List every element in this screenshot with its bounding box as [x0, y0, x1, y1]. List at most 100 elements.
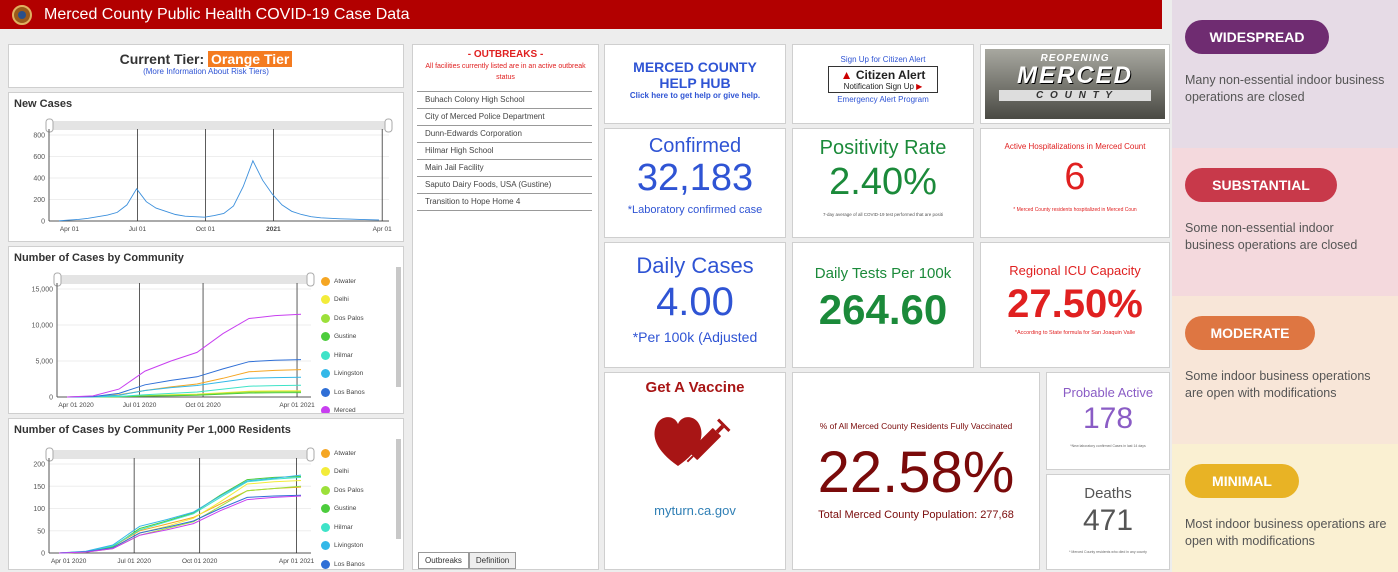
legend-item[interactable]: Gustine: [321, 328, 365, 347]
y-tick-label: 0: [41, 551, 45, 558]
confirmed-panel: Confirmed 32,183 *Laboratory confirmed c…: [604, 128, 786, 238]
positivity-value: 2.40%: [829, 161, 937, 203]
y-tick-label: 200: [33, 462, 45, 469]
slider-handle-right: [306, 272, 315, 287]
legend-item[interactable]: Atwater: [321, 272, 365, 291]
legend-label: Livingston: [334, 370, 364, 378]
tab-outbreaks[interactable]: Outbreaks: [418, 552, 469, 569]
legend-item[interactable]: Dos Palos: [321, 481, 365, 500]
legend-swatch: [321, 313, 330, 323]
y-tick-label: 5,000: [35, 359, 53, 366]
hosp-title: Active Hospitalizations in Merced Count: [1004, 142, 1146, 151]
positivity-note: 7-day average of all COVID-19 test perfo…: [822, 212, 944, 217]
positivity-panel: Positivity Rate 2.40% 7-day average of a…: [792, 128, 974, 238]
county-seal-icon: [12, 4, 32, 25]
outbreak-item: Dunn-Edwards Corporation: [417, 126, 592, 143]
x-tick-label: Oct 01 2020: [185, 402, 221, 409]
y-tick-label: 15,000: [32, 287, 54, 294]
legend-swatch: [321, 276, 330, 286]
y-tick-label: 0: [41, 219, 45, 226]
tier-desc: Many non-essential indoor business opera…: [1185, 73, 1385, 104]
x-tick-label: Apr 01: [373, 226, 393, 233]
vaccine-title: Get A Vaccine: [645, 379, 745, 396]
legend-item[interactable]: Livingston: [321, 537, 365, 556]
legend-item[interactable]: Los Banos: [321, 555, 365, 569]
tier-minimal: MINIMAL Most indoor business operations …: [1172, 444, 1398, 572]
outbreak-item: Buhach Colony High School: [417, 92, 592, 109]
outbreak-item: Hilmar High School: [417, 143, 592, 160]
legend-item[interactable]: Los Banos: [321, 383, 365, 402]
confirmed-value: 32,183: [636, 157, 754, 199]
probable-title: Probable Active: [1062, 385, 1154, 400]
series-line: [58, 494, 302, 554]
legend-swatch: [321, 485, 330, 495]
community-legend: Atwater Delhi Dos Palos Gustine Hilmar Living…: [321, 272, 365, 413]
outbreaks-subtitle: All facilities currently listed are in a…: [425, 63, 586, 81]
tier-widespread: WIDESPREAD Many non-essential indoor bus…: [1172, 0, 1398, 148]
legend-item[interactable]: Livingston: [321, 365, 365, 384]
legend-item[interactable]: Hilmar: [321, 346, 365, 365]
per-1000-chart: 0 50 100 150 200 Apr 01 2020 Jul 01 2020 Oct 01…: [33, 447, 315, 565]
icu-note: *According to State formula for San Joaq…: [1014, 330, 1136, 336]
heart-syringe-icon: [654, 417, 731, 466]
tab-definition[interactable]: Definition: [468, 552, 517, 569]
legend-item[interactable]: Hilmar: [321, 518, 365, 537]
x-tick-label: Oct 01 2020: [182, 558, 218, 565]
vaccine-panel[interactable]: Get A Vaccine myturn.ca.gov: [604, 372, 786, 570]
x-tick-label: Apr 01 2020: [51, 558, 87, 565]
legend-label: Dos Palos: [334, 314, 364, 322]
outbreaks-panel: - OUTBREAKS - All facilities currently l…: [412, 44, 599, 570]
legend-swatch: [321, 467, 330, 477]
reopening-panel[interactable]: REOPENING MERCED C O U N T Y: [980, 44, 1170, 124]
tier-substantial: SUBSTANTIAL Some non-essential indoor bu…: [1172, 148, 1398, 296]
reopening-line2: MERCED: [1016, 62, 1133, 89]
legend-swatch: [321, 406, 330, 413]
current-tier-panel: Current Tier: Orange Tier (More Informat…: [8, 44, 404, 88]
legend-item[interactable]: Merced: [321, 402, 365, 413]
legend-scrollbar[interactable]: [396, 267, 401, 387]
x-tick-label: Apr 01 2021: [279, 558, 315, 565]
legend-item[interactable]: Gustine: [321, 500, 365, 519]
legend-item[interactable]: Atwater: [321, 444, 365, 463]
legend-label: Livingston: [334, 542, 364, 550]
outbreak-tabs: Outbreaks Definition: [418, 552, 517, 569]
community-chart: 0 5,000 10,000 15,000 Apr 01 2020 Jul 01 2020…: [32, 272, 315, 409]
y-tick-label: 50: [37, 528, 45, 535]
x-tick-label: Apr 01 2021: [279, 402, 315, 409]
vaccine-link[interactable]: myturn.ca.gov: [605, 503, 785, 518]
outbreaks-title: - OUTBREAKS -: [467, 49, 544, 60]
icu-panel: Regional ICU Capacity 27.50% *According …: [980, 242, 1170, 368]
outbreak-item: Main Jail Facility: [417, 160, 592, 177]
legend-swatch: [321, 559, 330, 569]
y-tick-label: 10,000: [32, 323, 54, 330]
legend-item[interactable]: Delhi: [321, 291, 365, 310]
daily-title: Daily Cases: [636, 253, 754, 278]
tier-info-link[interactable]: (More Information About Risk Tiers): [9, 67, 403, 76]
legend-item[interactable]: Dos Palos: [321, 309, 365, 328]
deaths-note: * Merced County residents who died in an…: [1069, 550, 1147, 554]
outbreak-item: City of Merced Police Department: [417, 109, 592, 126]
y-tick-label: 600: [33, 154, 45, 161]
legend-label: Gustine: [334, 505, 357, 513]
reopening-line3: C O U N T Y: [999, 90, 1151, 101]
tier-pill: WIDESPREAD: [1185, 20, 1329, 54]
help-hub-panel[interactable]: MERCED COUNTY HELP HUB Click here to get…: [604, 44, 786, 124]
probable-panel: Probable Active 178 *New laboratory conf…: [1046, 372, 1170, 470]
y-tick-label: 800: [33, 133, 45, 140]
icu-value: 27.50%: [1007, 282, 1143, 326]
legend-item[interactable]: Delhi: [321, 463, 365, 482]
dashboard-header: Merced County Public Health COVID-19 Cas…: [0, 0, 1162, 29]
range-slider: [49, 450, 311, 459]
y-tick-label: 200: [33, 197, 45, 204]
tier-desc: Some indoor business operations are open…: [1185, 369, 1371, 400]
legend-swatch: [321, 522, 330, 532]
outbreak-item: Saputo Dairy Foods, USA (Gustine): [417, 177, 592, 194]
citizen-alert-logo: ▲ Citizen Alert Notification Sign Up ▶: [828, 66, 938, 93]
citizen-alert-panel[interactable]: Sign Up for Citizen Alert ▲ Citizen Aler…: [792, 44, 974, 124]
legend-swatch: [321, 332, 330, 342]
daily-tests-panel: Daily Tests Per 100k 264.60: [792, 242, 974, 368]
outbreak-list: Buhach Colony High School City of Merced …: [417, 91, 592, 211]
series-line: [66, 313, 302, 398]
legend-scrollbar[interactable]: [396, 439, 401, 539]
legend-swatch: [321, 369, 330, 379]
